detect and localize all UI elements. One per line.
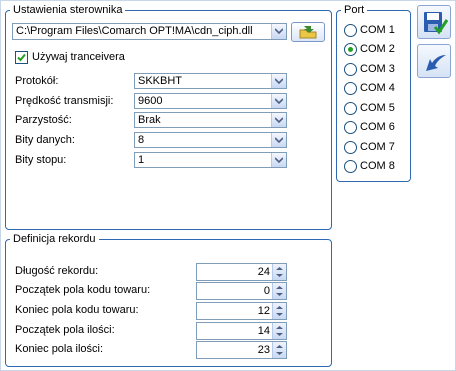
save-icon bbox=[424, 12, 448, 35]
spin-up-icon[interactable] bbox=[275, 285, 284, 290]
spin-up-icon[interactable] bbox=[275, 266, 284, 271]
baud-rate-value: 9600 bbox=[138, 95, 163, 107]
undo-button[interactable] bbox=[417, 44, 451, 78]
quantity-end-spinner[interactable]: 23 bbox=[196, 341, 287, 359]
item-code-start-spinner[interactable]: 0 bbox=[196, 282, 287, 300]
radio-com5[interactable] bbox=[344, 102, 357, 115]
parity-value: Brak bbox=[138, 114, 161, 126]
spin-down-icon[interactable] bbox=[275, 292, 284, 297]
use-transceiver-checkbox[interactable] bbox=[15, 51, 28, 64]
record-length-spinner[interactable]: 24 bbox=[196, 263, 287, 281]
quantity-end-value: 23 bbox=[257, 344, 270, 356]
quantity-start-label: Początek pola ilości: bbox=[15, 324, 115, 336]
chevron-down-icon[interactable] bbox=[271, 24, 286, 39]
item-code-end-value: 12 bbox=[257, 305, 270, 317]
record-length-label: Długość rekordu: bbox=[15, 265, 99, 277]
protocol-value: SKKBHT bbox=[138, 75, 183, 87]
radio-com5-label[interactable]: COM 5 bbox=[360, 102, 395, 114]
spin-down-icon[interactable] bbox=[275, 312, 284, 317]
quantity-start-spinner[interactable]: 14 bbox=[196, 322, 287, 340]
spin-down-icon[interactable] bbox=[275, 351, 284, 356]
data-bits-value: 8 bbox=[138, 134, 145, 146]
item-code-start-label: Początek pola kodu towaru: bbox=[15, 284, 151, 296]
item-code-end-label: Koniec pola kodu towaru: bbox=[15, 304, 139, 316]
settings-window: Ustawienia sterownika C:\Program Files\C… bbox=[0, 0, 456, 371]
chevron-down-icon[interactable] bbox=[271, 113, 286, 127]
spin-buttons[interactable] bbox=[272, 283, 286, 299]
stop-bits-value: 1 bbox=[138, 154, 145, 166]
port-legend: Port bbox=[344, 4, 365, 16]
radio-com2-label[interactable]: COM 2 bbox=[360, 43, 395, 55]
spin-down-icon[interactable] bbox=[275, 332, 284, 337]
data-bits-select[interactable]: 8 bbox=[134, 132, 287, 148]
radio-com1[interactable] bbox=[344, 24, 357, 37]
undo-icon bbox=[426, 55, 446, 71]
radio-com1-label[interactable]: COM 1 bbox=[360, 24, 395, 36]
radio-com2[interactable] bbox=[344, 43, 357, 56]
item-code-end-spinner[interactable]: 12 bbox=[196, 302, 287, 320]
protocol-select[interactable]: SKKBHT bbox=[134, 73, 287, 89]
radio-com8[interactable] bbox=[344, 160, 357, 173]
checkmark-icon bbox=[17, 53, 26, 62]
save-button[interactable] bbox=[417, 5, 451, 39]
radio-com7-label[interactable]: COM 7 bbox=[360, 141, 395, 153]
baud-rate-select[interactable]: 9600 bbox=[134, 93, 287, 109]
spin-up-icon[interactable] bbox=[275, 325, 284, 330]
use-transceiver-label[interactable]: Używaj tranceivera bbox=[32, 51, 125, 63]
driver-settings-legend: Ustawienia sterownika bbox=[13, 4, 123, 16]
spin-buttons[interactable] bbox=[272, 264, 286, 280]
chevron-down-icon[interactable] bbox=[271, 94, 286, 108]
driver-path-combo[interactable]: C:\Program Files\Comarch OPT!MA\cdn_ciph… bbox=[12, 23, 287, 40]
spin-up-icon[interactable] bbox=[275, 344, 284, 349]
radio-selected-dot bbox=[348, 47, 353, 52]
parity-select[interactable]: Brak bbox=[134, 112, 287, 128]
folder-arrow-icon bbox=[299, 26, 317, 39]
spin-buttons[interactable] bbox=[272, 323, 286, 339]
radio-com6[interactable] bbox=[344, 121, 357, 134]
spin-up-icon[interactable] bbox=[275, 305, 284, 310]
radio-com8-label[interactable]: COM 8 bbox=[360, 160, 395, 172]
spin-buttons[interactable] bbox=[272, 342, 286, 358]
spin-buttons[interactable] bbox=[272, 303, 286, 319]
radio-com7[interactable] bbox=[344, 141, 357, 154]
chevron-down-icon[interactable] bbox=[271, 74, 286, 88]
parity-label: Parzystość: bbox=[15, 114, 72, 126]
record-length-value: 24 bbox=[257, 266, 270, 278]
data-bits-label: Bity danych: bbox=[15, 134, 75, 146]
spin-down-icon[interactable] bbox=[275, 273, 284, 278]
quantity-start-value: 14 bbox=[257, 325, 270, 337]
radio-com4[interactable] bbox=[344, 82, 357, 95]
stop-bits-label: Bity stopu: bbox=[15, 154, 67, 166]
protocol-label: Protokół: bbox=[15, 75, 59, 87]
baud-rate-label: Prędkość transmisji: bbox=[15, 95, 114, 107]
stop-bits-select[interactable]: 1 bbox=[134, 152, 287, 168]
radio-com3[interactable] bbox=[344, 63, 357, 76]
radio-com3-label[interactable]: COM 3 bbox=[360, 63, 395, 75]
record-definition-legend: Definicja rekordu bbox=[13, 233, 96, 245]
quantity-end-label: Koniec pola ilości: bbox=[15, 343, 104, 355]
radio-com4-label[interactable]: COM 4 bbox=[360, 82, 395, 94]
item-code-start-value: 0 bbox=[263, 285, 270, 297]
radio-com6-label[interactable]: COM 6 bbox=[360, 121, 395, 133]
driver-path-value: C:\Program Files\Comarch OPT!MA\cdn_ciph… bbox=[16, 25, 253, 37]
browse-button[interactable] bbox=[291, 22, 325, 42]
chevron-down-icon[interactable] bbox=[271, 153, 286, 167]
chevron-down-icon[interactable] bbox=[271, 133, 286, 147]
